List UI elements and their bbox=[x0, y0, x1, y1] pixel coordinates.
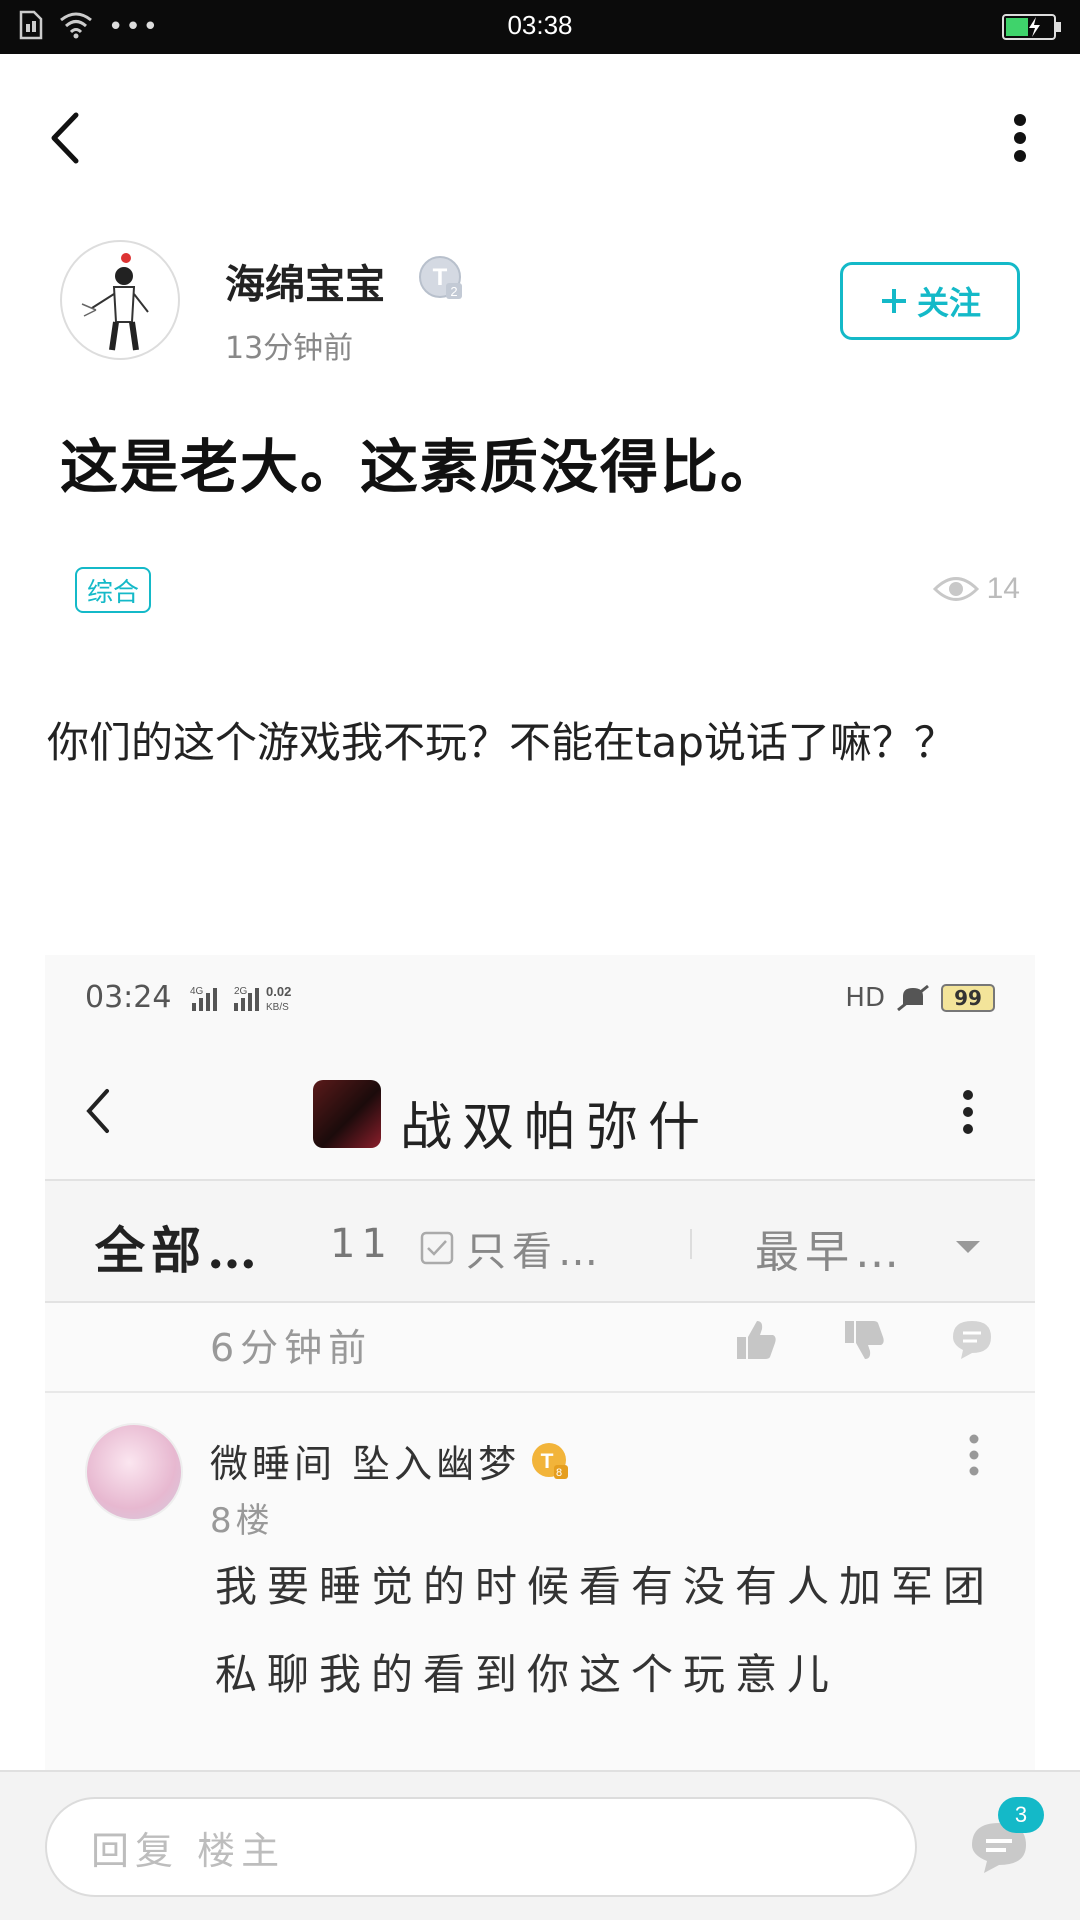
embedded-reply-dots-icon bbox=[969, 1434, 979, 1476]
embedded-meta-time: 6分钟前 bbox=[210, 1326, 373, 1370]
embedded-net-speed: 0.02 bbox=[266, 984, 291, 999]
embedded-filter-only: 只看… bbox=[420, 1219, 604, 1277]
embedded-filter-all: 全部… bbox=[95, 1221, 263, 1280]
embedded-filter-bar: 全部… 11 只看… 最早… bbox=[45, 1181, 1035, 1301]
checkbox-icon bbox=[420, 1231, 454, 1265]
author-avatar[interactable] bbox=[60, 240, 180, 360]
embedded-reply-level: 8 bbox=[556, 1467, 566, 1479]
svg-text:4G: 4G bbox=[190, 986, 204, 997]
embedded-signal-icons: 4G 2G 0.02 KB/S bbox=[180, 983, 292, 1013]
mute-bell-icon bbox=[897, 984, 929, 1012]
embedded-reply-avatar bbox=[85, 1423, 183, 1521]
status-time: 03:38 bbox=[507, 10, 573, 40]
status-bar: ••• 03:38 bbox=[0, 0, 1080, 54]
embedded-back-icon bbox=[86, 1089, 109, 1133]
embedded-vertical-dots-icon bbox=[963, 1090, 973, 1134]
embedded-filter-separator bbox=[690, 1229, 692, 1259]
embedded-status-time: 03:24 bbox=[85, 980, 172, 1015]
embedded-header: 战双帕弥什 bbox=[45, 1055, 1035, 1175]
plus-icon bbox=[881, 289, 906, 313]
embedded-reply-username: 微睡间 坠入幽梦 bbox=[210, 1442, 521, 1486]
embedded-hd-label: HD bbox=[845, 983, 885, 1013]
follow-label: 关注 bbox=[916, 284, 981, 322]
post-time: 13分钟前 bbox=[225, 331, 354, 366]
post-image-screenshot[interactable]: 03:24 4G 2G 0.02 KB/S HD 99 战双帕弥什 全部… 11 bbox=[45, 955, 1035, 1770]
thumbs-down-icon bbox=[845, 1321, 884, 1359]
svg-text:2G: 2G bbox=[234, 986, 248, 997]
embedded-filter-sort: 最早… bbox=[755, 1227, 905, 1278]
embedded-reply-text: 我要睡觉的时候看有没有人加军团私聊我的看到你这个玩意儿 bbox=[215, 1562, 996, 1699]
embedded-game-title: 战双帕弥什 bbox=[400, 1098, 711, 1158]
caret-down-icon bbox=[956, 1241, 980, 1253]
embedded-reply: 微睡间 坠入幽梦 T8 8楼 我要睡觉的时候看有没有人加军团私聊我的看到你这个玩… bbox=[45, 1393, 1035, 1770]
embedded-reply-floor: 8楼 bbox=[210, 1501, 274, 1541]
category-tag[interactable]: 综合 bbox=[75, 567, 152, 613]
comment-icon bbox=[953, 1321, 991, 1359]
embedded-meta-row: 6分钟前 bbox=[45, 1303, 1035, 1391]
embedded-filter-count: 11 bbox=[330, 1221, 393, 1267]
vertical-dots-icon bbox=[1014, 114, 1026, 162]
eye-icon bbox=[932, 577, 979, 601]
more-options-button[interactable] bbox=[1000, 108, 1040, 168]
level-number: 2 bbox=[450, 284, 457, 299]
reply-input[interactable]: 回复 楼主 bbox=[45, 1797, 917, 1897]
embedded-reply-user: 微睡间 坠入幽梦 T8 bbox=[210, 1433, 570, 1488]
game-icon bbox=[313, 1080, 381, 1148]
embedded-status-bar: 03:24 4G 2G 0.02 KB/S HD 99 bbox=[45, 955, 1035, 1055]
post-body: 你们的这个游戏我不玩？不能在tap说话了嘛？？ bbox=[47, 718, 956, 767]
thumbs-up-icon bbox=[737, 1321, 776, 1359]
view-count-value: 14 bbox=[986, 572, 1020, 605]
bottom-bar: 回复 楼主 3 bbox=[0, 1770, 1080, 1920]
svg-text:T: T bbox=[433, 264, 448, 291]
chevron-left-icon bbox=[51, 112, 79, 164]
comment-count-badge: 3 bbox=[998, 1797, 1044, 1833]
back-button[interactable] bbox=[40, 108, 90, 168]
post-title: 这是老大。这素质没得比。 bbox=[60, 433, 781, 501]
view-count: 14 bbox=[932, 572, 1020, 606]
level-badge-icon: T 2 bbox=[418, 255, 464, 301]
gold-level-badge-icon: T8 bbox=[532, 1442, 569, 1479]
battery-charging-icon bbox=[1002, 14, 1062, 40]
embedded-filter-only-label: 只看… bbox=[466, 1229, 604, 1275]
embedded-net-unit: KB/S bbox=[266, 1002, 289, 1013]
author-name[interactable]: 海绵宝宝 bbox=[225, 252, 385, 310]
follow-button[interactable]: 关注 bbox=[840, 262, 1020, 340]
embedded-battery: 99 bbox=[941, 984, 995, 1012]
